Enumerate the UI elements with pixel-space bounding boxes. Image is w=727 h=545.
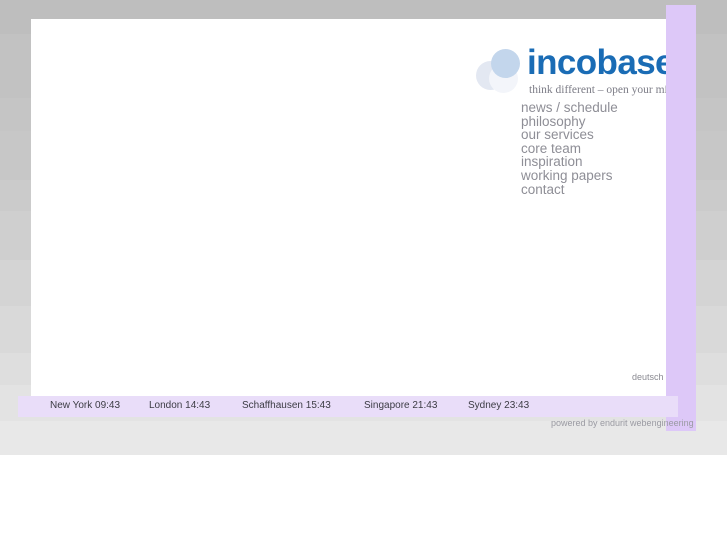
clock-entry-new-york: New York 09:43 <box>50 400 121 411</box>
brand-tagline: think different – open your mind <box>529 84 680 96</box>
accent-column <box>666 5 696 431</box>
circle-top-icon <box>491 49 520 78</box>
clock-entry-london: London 14:43 <box>149 400 211 411</box>
clock-entry-schaffhausen: Schaffhausen 15:43 <box>242 400 331 411</box>
footer-credit: powered by endurit webengineering <box>551 418 694 428</box>
brand-wordmark: incobase <box>527 43 675 82</box>
clock-entry-singapore: Singapore 21:43 <box>364 400 438 411</box>
world-clock-bar: New York 09:43 London 14:43 Schaffhausen… <box>18 396 678 417</box>
clock-entry-sydney: Sydney 23:43 <box>468 400 530 411</box>
language-switch-link[interactable]: deutsch <box>632 372 664 382</box>
page-sheet: incobase think different – open your min… <box>31 19 696 396</box>
logo-icon <box>476 49 522 95</box>
